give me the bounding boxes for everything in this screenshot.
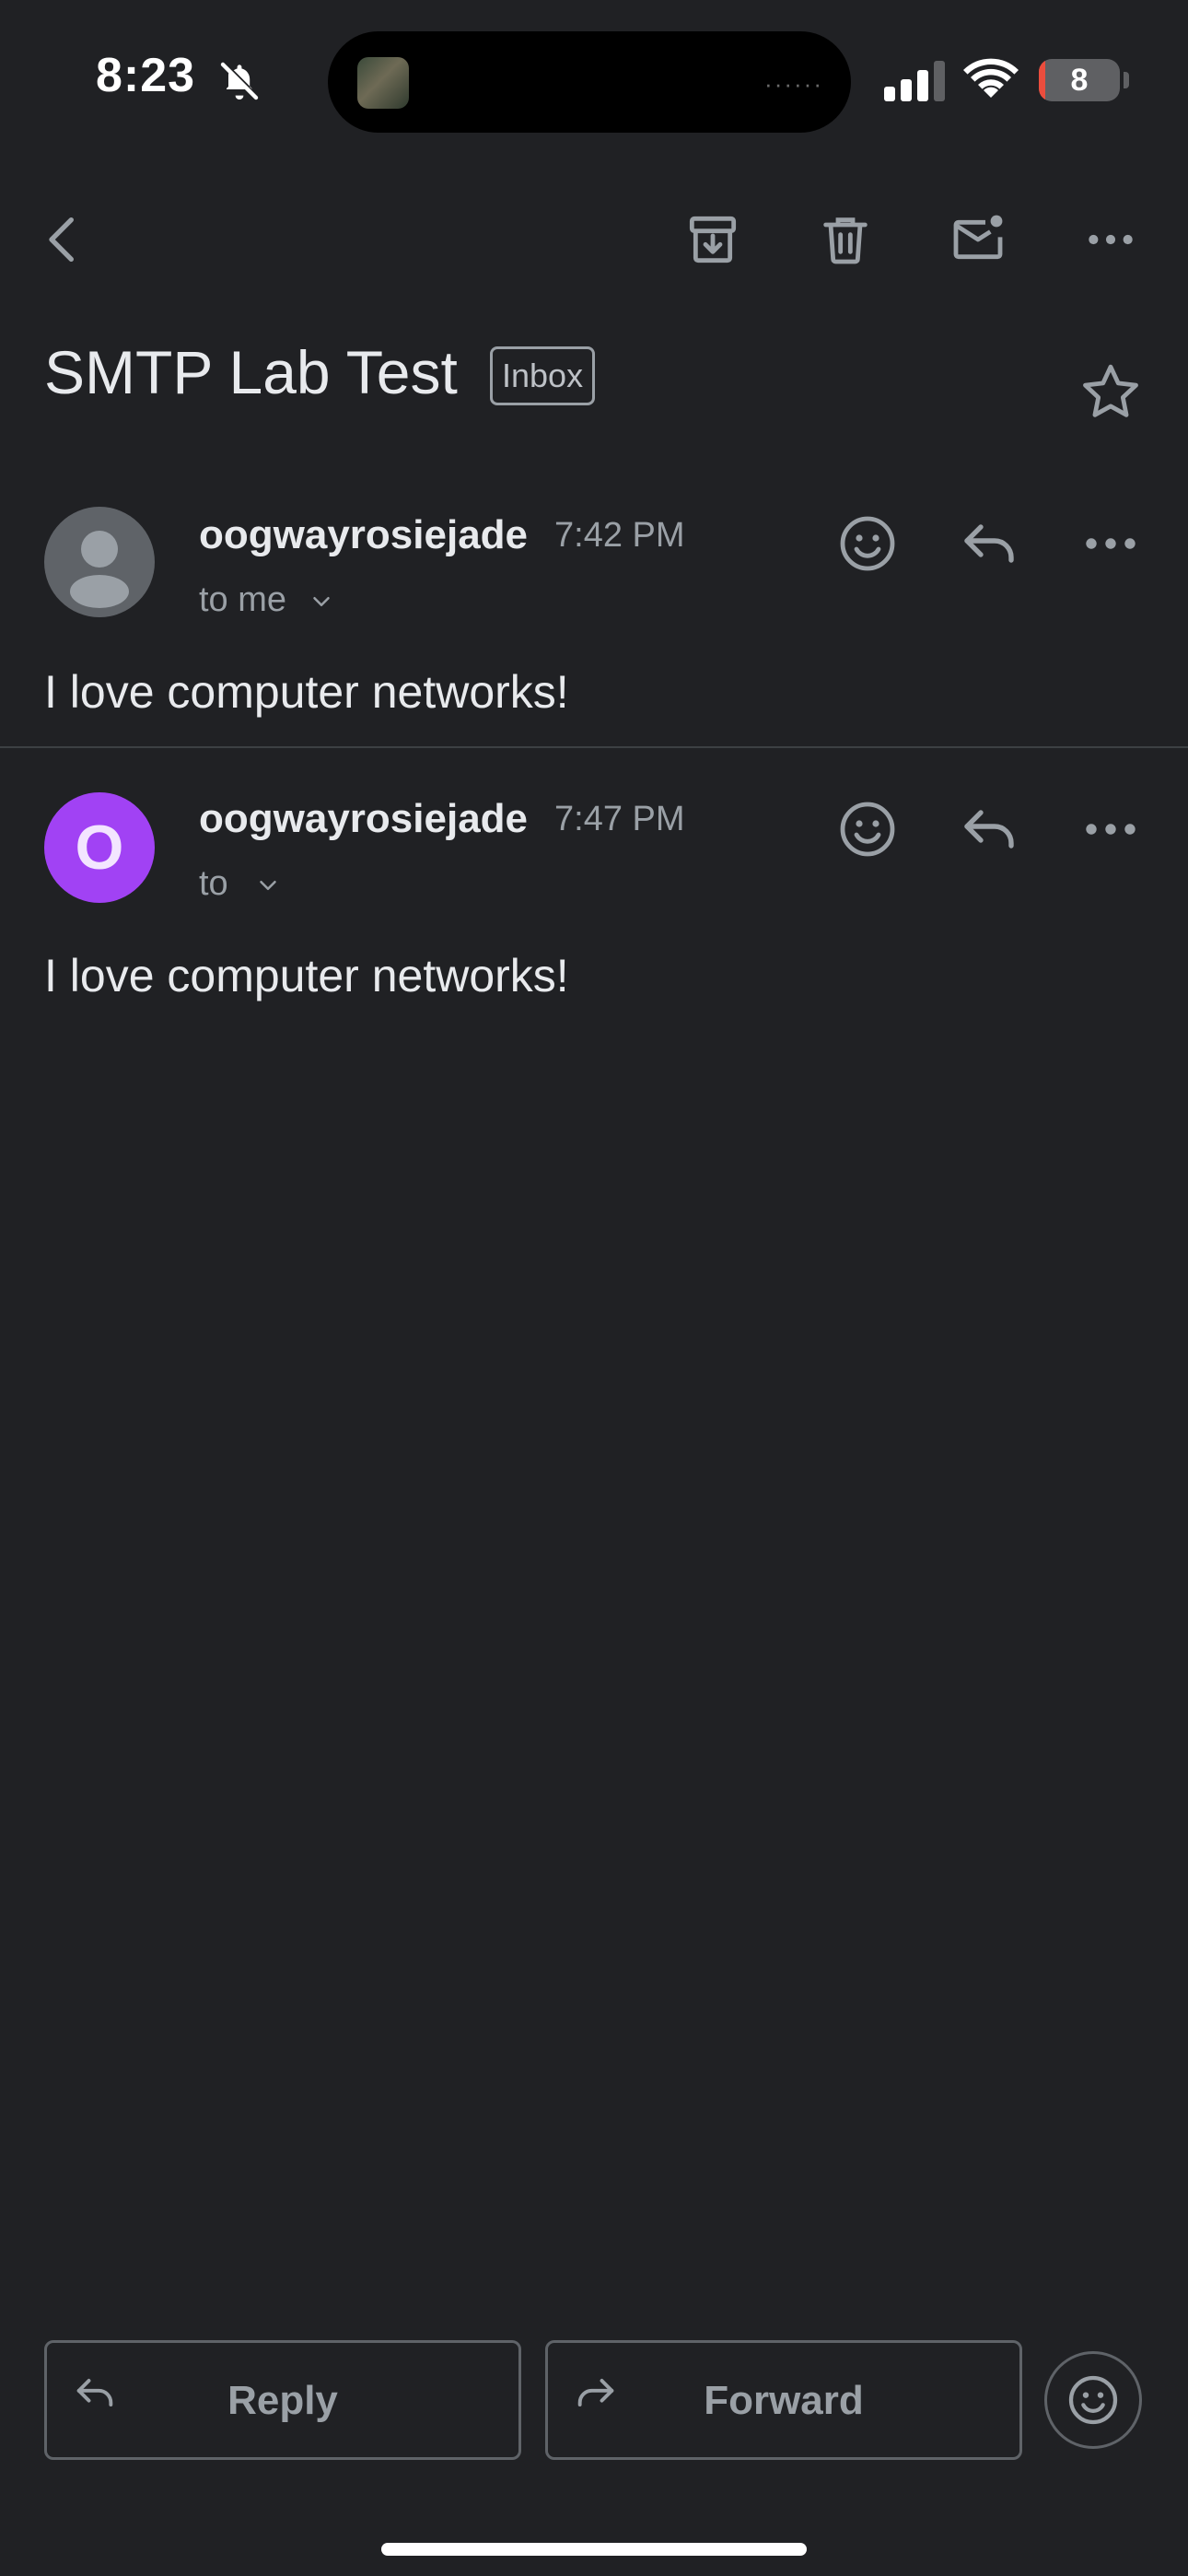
- archive-button[interactable]: [669, 193, 757, 286]
- wifi-icon: [963, 58, 1019, 98]
- mark-unread-button[interactable]: [934, 193, 1022, 286]
- emoji-icon: [840, 516, 895, 571]
- react-button[interactable]: [1044, 2351, 1142, 2449]
- more-icon: [1086, 538, 1136, 549]
- back-icon: [49, 217, 74, 262]
- battery-level: 8: [1070, 63, 1089, 98]
- bell-slash-icon: [220, 62, 259, 100]
- emoji-icon: [1068, 2375, 1118, 2425]
- inbox-label-badge[interactable]: Inbox: [490, 346, 596, 405]
- delete-button[interactable]: [801, 193, 890, 286]
- reply-label: Reply: [227, 2378, 338, 2423]
- email-subject: SMTP Lab Test: [44, 338, 458, 406]
- signal-icon: [884, 61, 945, 101]
- chevron-down-icon[interactable]: [254, 872, 282, 899]
- battery-icon: 8: [1039, 59, 1120, 101]
- message-body: I love computer networks!: [44, 666, 569, 718]
- reply-icon: [964, 524, 1014, 563]
- message-more-button[interactable]: [1074, 792, 1147, 866]
- message-time: 7:47 PM: [554, 800, 685, 838]
- forward-label: Forward: [704, 2378, 864, 2423]
- sender-avatar[interactable]: O: [44, 792, 155, 903]
- reply-all-button[interactable]: Reply: [44, 2340, 521, 2460]
- recipient-summary[interactable]: to me: [199, 580, 286, 620]
- reply-button[interactable]: [952, 507, 1026, 580]
- add-reaction-button[interactable]: [831, 792, 904, 866]
- sender-name: oogwayrosiejade: [199, 512, 529, 557]
- reply-button[interactable]: [952, 792, 1026, 866]
- recipient-summary[interactable]: to: [199, 864, 228, 904]
- message-divider: [0, 746, 1188, 748]
- message-time: 7:42 PM: [554, 516, 685, 555]
- dynamic-island: ······: [328, 31, 851, 133]
- island-activity-dots: ······: [764, 70, 823, 98]
- more-icon: [1086, 824, 1136, 835]
- now-playing-thumbnail[interactable]: [357, 57, 409, 109]
- back-button[interactable]: [18, 193, 107, 286]
- message-body: I love computer networks!: [44, 950, 569, 1001]
- status-bar: 8:23 ······ 8: [0, 0, 1188, 157]
- more-icon: [1089, 234, 1133, 245]
- top-toolbar: [0, 193, 1188, 286]
- chevron-down-icon[interactable]: [308, 588, 335, 615]
- mark-unread-icon: [953, 215, 1003, 260]
- sender-name: oogwayrosiejade: [199, 796, 529, 841]
- sender-avatar[interactable]: [44, 507, 155, 617]
- emoji-icon: [840, 802, 895, 857]
- more-options-button[interactable]: [1066, 193, 1155, 286]
- home-indicator[interactable]: [381, 2543, 807, 2556]
- status-time: 8:23: [96, 49, 196, 102]
- reply-icon: [964, 810, 1014, 849]
- add-reaction-button[interactable]: [831, 507, 904, 580]
- email-thread-screen: 8:23 ······ 8 SMTP Lab Test Inbox oogway…: [0, 0, 1188, 2576]
- message-more-button[interactable]: [1074, 507, 1147, 580]
- trash-icon: [823, 217, 868, 264]
- forward-button[interactable]: Forward: [545, 2340, 1022, 2460]
- person-icon: [70, 531, 129, 608]
- battery-nub: [1124, 72, 1129, 88]
- star-icon[interactable]: [1076, 357, 1146, 427]
- archive-icon: [689, 216, 737, 263]
